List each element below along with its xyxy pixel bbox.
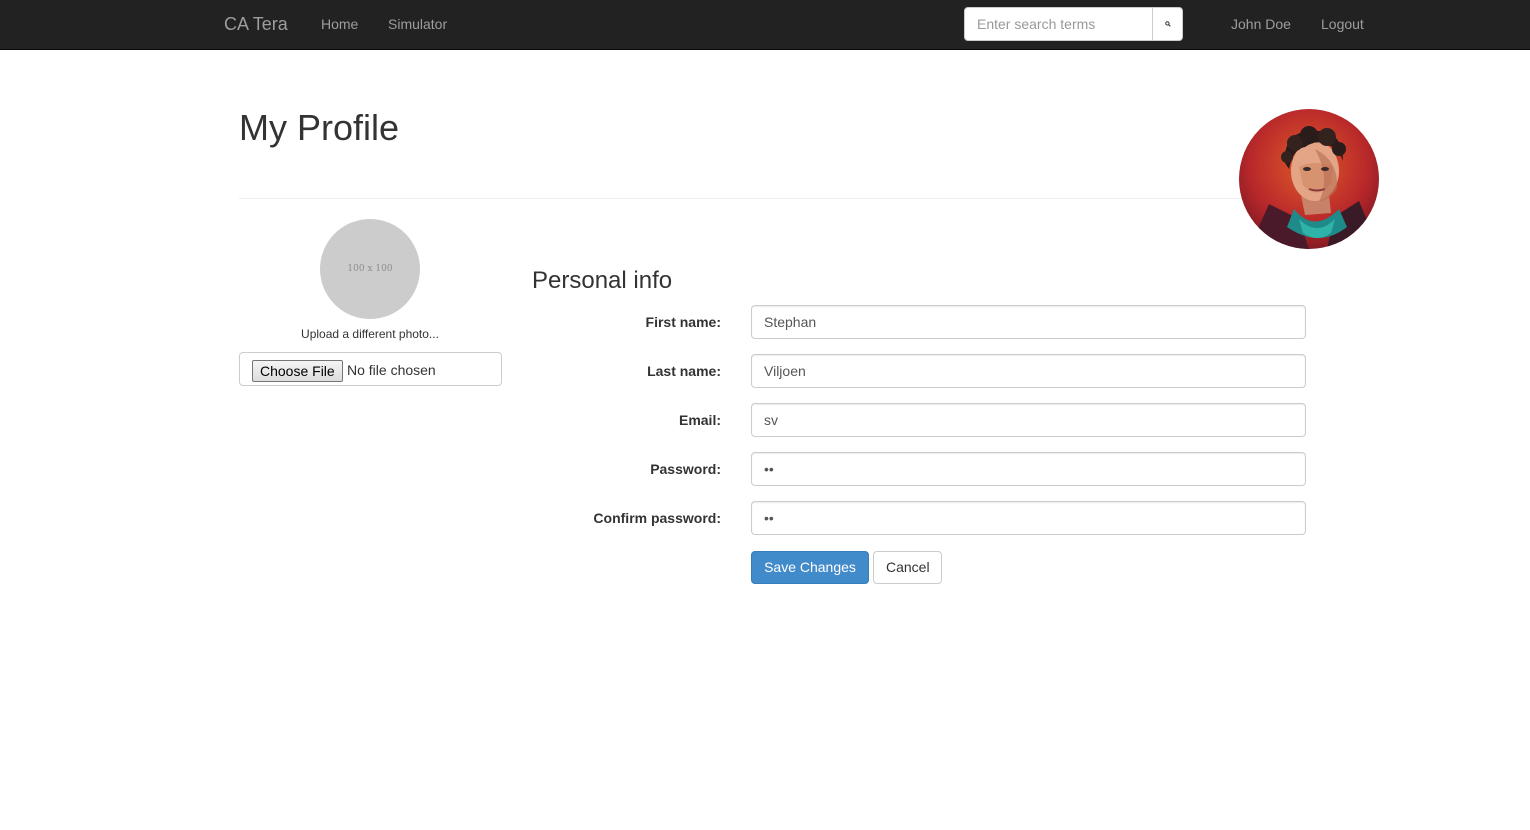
file-input[interactable]: Choose File No file chosen [239,352,502,386]
profile-photo-placeholder: 100 x 100 [320,219,420,319]
password-field[interactable] [751,452,1306,486]
email-label: Email: [678,412,721,428]
first-name-label: First name: [645,314,721,330]
user-name-link[interactable]: John Doe [1231,16,1291,32]
file-status-text: No file chosen [347,362,436,378]
header-divider [239,198,1306,199]
search-button[interactable] [1152,7,1183,41]
top-navbar: CA Tera Home Simulator John Doe Logout [0,0,1530,50]
upload-photo-label: Upload a different photo... [301,327,439,341]
personal-info-heading: Personal info [532,267,673,294]
confirm-password-field[interactable] [751,501,1306,535]
confirm-password-label: Confirm password: [593,510,721,526]
logout-link[interactable]: Logout [1321,16,1364,32]
last-name-field[interactable] [751,354,1306,388]
placeholder-size-text: 100 x 100 [347,264,393,274]
avatar [1239,109,1379,249]
page-title: My Profile [239,107,400,148]
choose-file-button[interactable]: Choose File [252,360,343,382]
search-input[interactable] [964,7,1153,41]
first-name-field[interactable] [751,305,1306,339]
nav-home-link[interactable]: Home [321,16,358,32]
last-name-label: Last name: [647,363,721,379]
email-field[interactable] [751,403,1306,437]
user-avatar-portrait-icon [1239,109,1379,249]
password-label: Password: [650,461,721,477]
save-changes-button[interactable]: Save Changes [751,551,869,584]
search-form [964,7,1183,41]
cancel-button[interactable]: Cancel [873,551,942,584]
nav-simulator-link[interactable]: Simulator [388,16,447,32]
brand-link[interactable]: CA Tera [224,14,288,35]
search-icon [1164,21,1171,27]
